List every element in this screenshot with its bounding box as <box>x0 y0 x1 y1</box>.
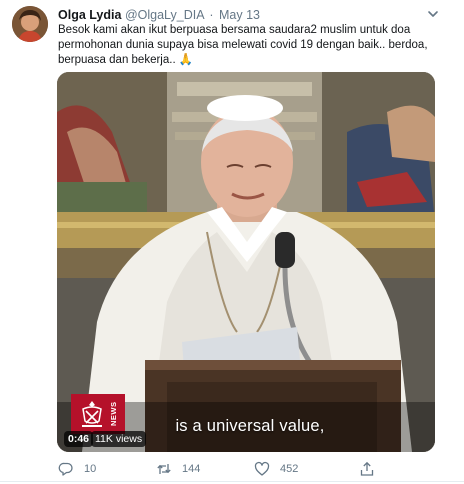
retweet-count: 144 <box>182 463 201 475</box>
tweet-divider <box>0 481 464 482</box>
share-button[interactable] <box>359 460 375 478</box>
praying-hands-emoji: 🙏 <box>178 54 194 66</box>
caption-text: is a universal value, <box>175 417 325 435</box>
tweet-text: Besok kami akan ikut berpuasa bersama sa… <box>58 23 438 68</box>
reply-icon <box>58 462 73 476</box>
tweet-actions: 10 144 452 <box>58 460 388 478</box>
separator: · <box>209 8 214 22</box>
tweet[interactable]: Olga Lydia @OlgaLy_DIA · May 13 Besok ka… <box>0 0 464 484</box>
author-handle[interactable]: @OlgaLy_DIA <box>125 8 204 22</box>
tweet-date[interactable]: May 13 <box>219 8 260 22</box>
author-name[interactable]: Olga Lydia <box>58 8 121 22</box>
reply-count: 10 <box>84 463 97 475</box>
like-button[interactable]: 452 <box>254 460 298 478</box>
reply-button[interactable]: 10 <box>58 460 96 478</box>
share-icon <box>360 461 374 476</box>
video-player[interactable]: NEWS is a universal value, 0:46 11K view… <box>57 72 435 452</box>
video-view-count: 11K views <box>91 431 147 447</box>
tweet-header: Olga Lydia @OlgaLy_DIA · May 13 <box>58 7 260 23</box>
avatar-photo <box>12 6 48 42</box>
retweet-button[interactable]: 144 <box>156 460 200 478</box>
tweet-body: Besok kami akan ikut berpuasa bersama sa… <box>58 24 428 66</box>
chevron-down-icon[interactable] <box>426 8 440 20</box>
like-count: 452 <box>280 463 299 475</box>
heart-icon <box>254 461 270 476</box>
video-duration: 0:46 <box>64 431 94 447</box>
avatar[interactable] <box>12 6 48 42</box>
retweet-icon <box>157 464 171 474</box>
